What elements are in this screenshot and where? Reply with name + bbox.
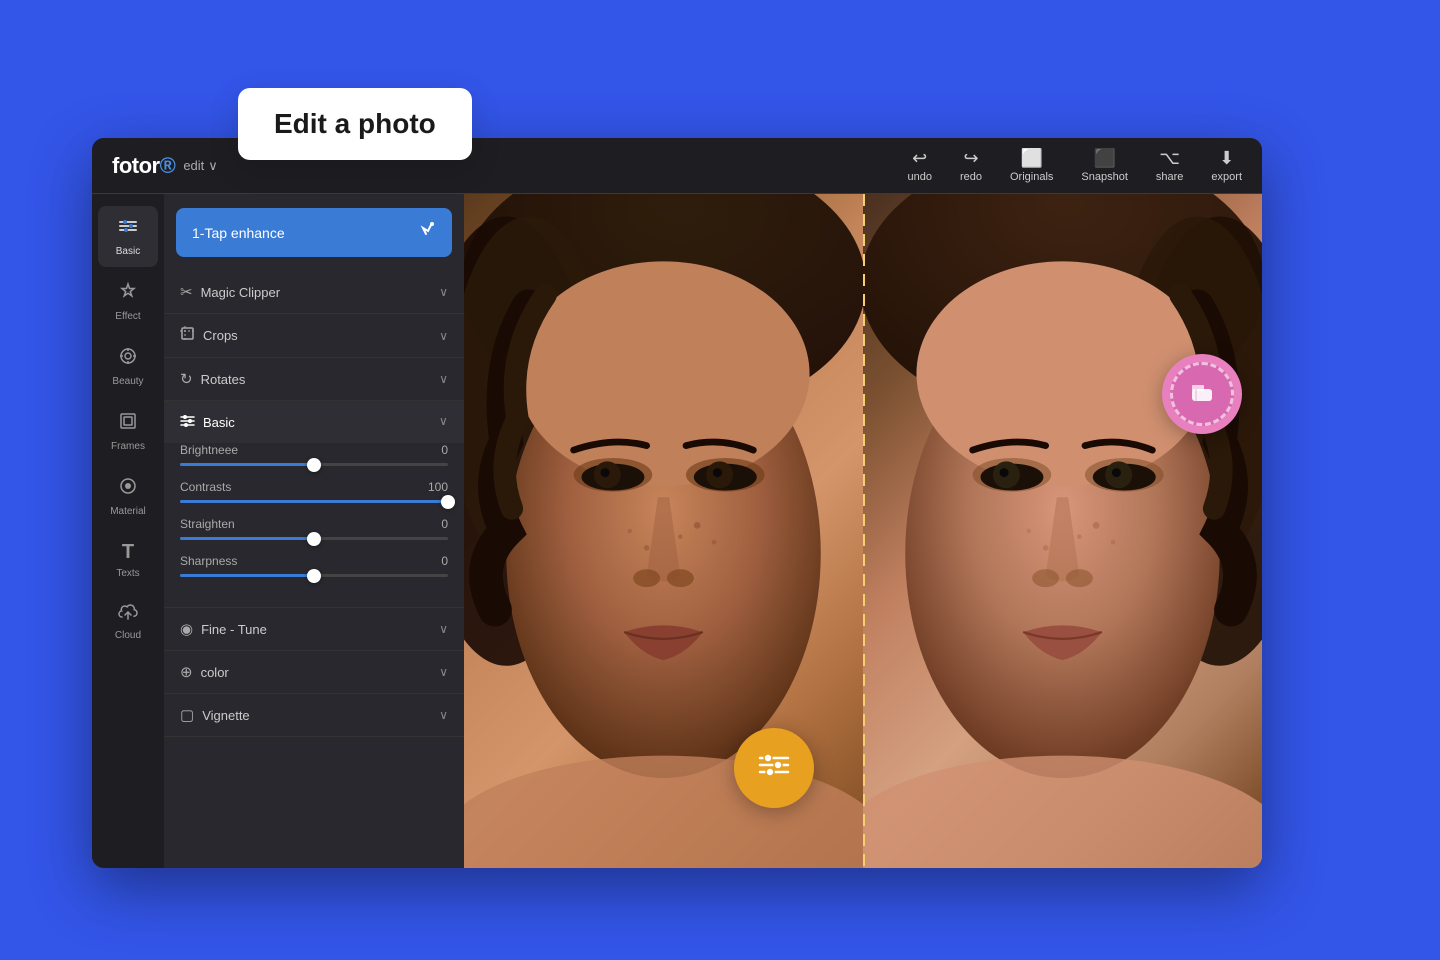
sliders-float-button[interactable] <box>734 728 814 808</box>
app-logo: fotor® <box>112 153 175 179</box>
cloud-nav-icon <box>118 603 138 626</box>
basic-icon <box>180 413 195 431</box>
nav-item-frames[interactable]: Frames <box>98 401 158 462</box>
snapshot-icon: ⬛ <box>1093 149 1115 167</box>
fine-tune-header[interactable]: ◉ Fine - Tune ∨ <box>164 608 464 650</box>
logo-reg: ® <box>160 153 176 178</box>
nav-item-texts[interactable]: T Texts <box>98 531 158 589</box>
rotates-header[interactable]: ↻ Rotates ∨ <box>164 358 464 400</box>
texts-nav-icon: T <box>122 541 134 564</box>
tooltip-bubble: Edit a photo <box>238 88 472 160</box>
basic-sliders: Brightneee 0 Contrasts 100 <box>164 443 464 607</box>
vignette-header[interactable]: ▢ Vignette ∨ <box>164 694 464 736</box>
nav-item-effect[interactable]: Effect <box>98 271 158 332</box>
beauty-nav-icon <box>118 346 138 372</box>
sharpness-track[interactable] <box>180 574 448 577</box>
tooltip-title: Edit a photo <box>274 108 436 140</box>
icon-nav: Basic Effect <box>92 194 164 868</box>
nav-item-beauty[interactable]: Beauty <box>98 336 158 397</box>
magic-clipper-icon: ✂ <box>180 283 193 301</box>
rotates-chevron: ∨ <box>439 372 448 386</box>
crops-chevron: ∨ <box>439 329 448 343</box>
basic-chevron: ∧ <box>439 415 448 429</box>
rotates-section: ↻ Rotates ∨ <box>164 358 464 401</box>
brightness-track[interactable] <box>180 463 448 466</box>
basic-nav-icon <box>118 216 138 242</box>
originals-icon: ⬜ <box>1020 149 1042 167</box>
fine-tune-chevron: ∨ <box>439 622 448 636</box>
crops-header[interactable]: Crops ∨ <box>164 314 464 357</box>
straighten-track[interactable] <box>180 537 448 540</box>
brightness-slider-row: Brightneee 0 <box>180 443 448 466</box>
originals-button[interactable]: ⬜ Originals <box>1010 149 1053 183</box>
vignette-icon: ▢ <box>180 706 194 724</box>
nav-item-material[interactable]: Material <box>98 466 158 527</box>
sliders-icon <box>758 751 790 786</box>
color-icon: ⊕ <box>180 663 193 681</box>
undo-button[interactable]: ↩ undo <box>907 149 931 183</box>
vignette-chevron: ∨ <box>439 708 448 722</box>
magic-clipper-section: ✂ Magic Clipper ∨ <box>164 271 464 314</box>
crops-section: Crops ∨ <box>164 314 464 358</box>
nav-item-basic[interactable]: Basic <box>98 206 158 267</box>
split-divider <box>863 194 865 868</box>
undo-icon: ↩ <box>912 149 927 167</box>
export-button[interactable]: ⬇ export <box>1211 149 1242 183</box>
enhance-button[interactable]: 1-Tap enhance <box>176 208 452 257</box>
fine-tune-section: ◉ Fine - Tune ∨ <box>164 608 464 651</box>
snapshot-button[interactable]: ⬛ Snapshot <box>1081 149 1127 183</box>
basic-section: Basic ∧ Brightneee 0 <box>164 401 464 608</box>
contrasts-slider-row: Contrasts 100 <box>180 480 448 503</box>
magic-clipper-header[interactable]: ✂ Magic Clipper ∨ <box>164 271 464 313</box>
fine-tune-icon: ◉ <box>180 620 193 638</box>
photo-display <box>464 194 1262 868</box>
export-icon: ⬇ <box>1219 149 1234 167</box>
color-chevron: ∨ <box>439 665 448 679</box>
edit-mode-label[interactable]: edit ∨ <box>183 158 217 174</box>
straighten-slider-row: Straighten 0 <box>180 517 448 540</box>
photo-after <box>863 194 1262 868</box>
share-icon: ⌥ <box>1159 149 1180 167</box>
effect-nav-icon <box>118 281 138 307</box>
crops-icon <box>180 326 195 345</box>
app-body: Basic Effect <box>92 194 1262 868</box>
nav-item-cloud[interactable]: Cloud <box>98 593 158 651</box>
magic-clipper-chevron: ∨ <box>439 285 448 299</box>
color-section: ⊕ color ∨ <box>164 651 464 694</box>
basic-section-header[interactable]: Basic ∧ <box>164 401 464 443</box>
eraser-icon <box>1186 375 1218 414</box>
frames-nav-icon <box>118 411 138 437</box>
contrasts-track[interactable] <box>180 500 448 503</box>
redo-icon: ↪ <box>963 149 978 167</box>
material-nav-icon <box>118 476 138 502</box>
share-button[interactable]: ⌥ share <box>1156 149 1184 183</box>
redo-button[interactable]: ↪ redo <box>960 149 982 183</box>
sharpness-slider-row: Sharpness 0 <box>180 554 448 577</box>
canvas-area[interactable] <box>464 194 1262 868</box>
side-panel: 1-Tap enhance ✂ Magic Clipper ∨ <box>164 194 464 868</box>
eraser-float-button[interactable] <box>1162 354 1242 434</box>
vignette-section: ▢ Vignette ∨ <box>164 694 464 737</box>
enhance-icon <box>416 220 436 245</box>
color-header[interactable]: ⊕ color ∨ <box>164 651 464 693</box>
toolbar-actions: ↩ undo ↪ redo ⬜ Originals ⬛ Snapshot ⌥ s… <box>907 149 1242 183</box>
app-window: fotor® edit ∨ ↩ undo ↪ redo ⬜ Originals … <box>92 138 1262 868</box>
rotates-icon: ↻ <box>180 370 193 388</box>
